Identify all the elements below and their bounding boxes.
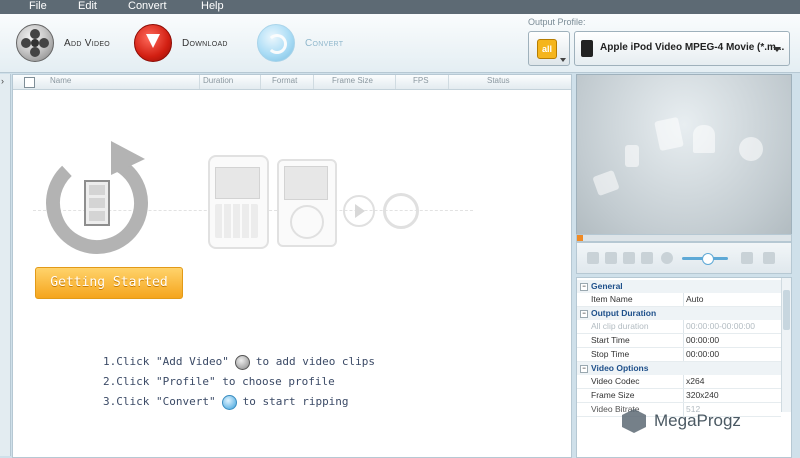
properties-scrollbar[interactable] bbox=[781, 278, 791, 412]
column-fps[interactable]: FPS bbox=[413, 76, 429, 85]
video-icon bbox=[654, 116, 684, 152]
watermark-text: MegaProgz bbox=[654, 411, 741, 430]
refresh-film-icon bbox=[45, 141, 148, 254]
select-all-checkbox[interactable] bbox=[24, 77, 35, 88]
menu-help[interactable]: Help bbox=[201, 0, 224, 12]
all-profiles-icon: all bbox=[537, 39, 557, 59]
menu-edit[interactable]: Edit bbox=[78, 0, 97, 12]
prop-frame-size[interactable]: Frame Size 320x240 bbox=[577, 389, 781, 403]
phone-icon bbox=[625, 145, 639, 167]
step-3: 3.Click "Convert" to start ripping bbox=[103, 392, 375, 412]
column-status[interactable]: Status bbox=[487, 76, 510, 85]
step-3-tail: to start ripping bbox=[242, 395, 349, 408]
convert-icon bbox=[221, 394, 237, 410]
collapse-icon: − bbox=[580, 310, 588, 318]
column-frame-size[interactable]: Frame Size bbox=[332, 76, 373, 85]
add-video-label: Add Video bbox=[64, 37, 111, 49]
step-2-text: 2.Click "Profile" to choose profile bbox=[103, 375, 335, 388]
watermark: MegaProgz bbox=[622, 406, 741, 436]
panel-collapse-handle[interactable]: › bbox=[0, 74, 11, 456]
prop-stop-time[interactable]: Stop Time 00:00:00 bbox=[577, 348, 781, 362]
chevron-down-icon bbox=[560, 58, 566, 62]
output-profile-label: Output Profile: bbox=[528, 17, 586, 27]
quicktime-icon bbox=[383, 193, 419, 229]
add-video-button[interactable]: Add Video bbox=[16, 23, 110, 63]
disc-icon bbox=[739, 137, 763, 161]
column-format[interactable]: Format bbox=[272, 76, 297, 85]
folder-button[interactable] bbox=[641, 252, 653, 264]
group-output-duration[interactable]: − Output Duration bbox=[577, 307, 781, 320]
download-button[interactable]: Download bbox=[134, 23, 228, 63]
download-label: Download bbox=[182, 37, 228, 49]
film-reel-icon bbox=[16, 24, 54, 62]
seek-bar[interactable] bbox=[576, 234, 792, 242]
speaker-icon[interactable] bbox=[661, 252, 673, 264]
volume-knob[interactable] bbox=[702, 253, 715, 265]
collapse-icon: − bbox=[580, 365, 588, 373]
output-profile-value: Apple iPod Video MPEG-4 Movie (*.m... bbox=[600, 42, 785, 53]
output-profile-select[interactable]: Apple iPod Video MPEG-4 Movie (*.m... bbox=[574, 31, 790, 66]
prop-video-codec[interactable]: Video Codec x264 bbox=[577, 375, 781, 389]
list-header: Name Duration Format Frame Size FPS Stat… bbox=[13, 75, 571, 90]
film-reel-icon bbox=[234, 354, 250, 370]
settings-button[interactable] bbox=[763, 252, 775, 264]
step-1-tail: to add video clips bbox=[255, 355, 376, 368]
instructions: 1.Click "Add Video" to add video clips 2… bbox=[103, 352, 375, 412]
play-icon bbox=[343, 195, 375, 227]
chevron-down-icon bbox=[773, 47, 781, 52]
menu-file[interactable]: File bbox=[29, 0, 47, 12]
music-note-icon bbox=[693, 125, 715, 153]
menu-convert[interactable]: Convert bbox=[128, 0, 167, 12]
profile-category-button[interactable]: all bbox=[528, 31, 570, 66]
smartphone-icon bbox=[208, 155, 269, 249]
prop-item-name[interactable]: Item Name Auto bbox=[577, 293, 781, 307]
video-preview bbox=[576, 74, 792, 242]
download-icon bbox=[134, 24, 172, 62]
stop-button[interactable] bbox=[605, 252, 617, 264]
fullscreen-button[interactable] bbox=[741, 252, 753, 264]
step-3-text: 3.Click "Convert" bbox=[103, 395, 216, 408]
group-video-options[interactable]: − Video Options bbox=[577, 362, 781, 375]
menu-bar: File Edit Convert Help bbox=[0, 0, 800, 14]
film-icon bbox=[592, 169, 620, 197]
collapse-icon: − bbox=[580, 283, 588, 291]
chevron-right-icon: › bbox=[1, 76, 4, 86]
group-general[interactable]: − General bbox=[577, 280, 781, 293]
ipod-device-icon bbox=[277, 159, 337, 247]
prop-start-time[interactable]: Start Time 00:00:00 bbox=[577, 334, 781, 348]
file-list[interactable]: Name Duration Format Frame Size FPS Stat… bbox=[12, 74, 572, 458]
getting-started-button[interactable]: Getting Started bbox=[35, 267, 183, 299]
convert-label: Convert bbox=[305, 37, 344, 49]
column-duration[interactable]: Duration bbox=[203, 76, 233, 85]
step-2: 2.Click "Profile" to choose profile bbox=[103, 372, 375, 392]
toolbar: Add Video Download Convert Output Profil… bbox=[0, 14, 800, 73]
ipod-icon bbox=[581, 40, 593, 57]
step-1: 1.Click "Add Video" to add video clips bbox=[103, 352, 375, 372]
megaprogz-logo-icon bbox=[622, 409, 646, 433]
step-1-text: 1.Click "Add Video" bbox=[103, 355, 229, 368]
convert-icon bbox=[257, 24, 295, 62]
play-button[interactable] bbox=[587, 252, 599, 264]
column-name[interactable]: Name bbox=[50, 76, 71, 85]
snapshot-button[interactable] bbox=[623, 252, 635, 264]
player-controls bbox=[576, 242, 792, 274]
convert-button[interactable]: Convert bbox=[257, 23, 343, 63]
prop-all-clip-duration: All clip duration 00:00:00-00:00:00 bbox=[577, 320, 781, 334]
